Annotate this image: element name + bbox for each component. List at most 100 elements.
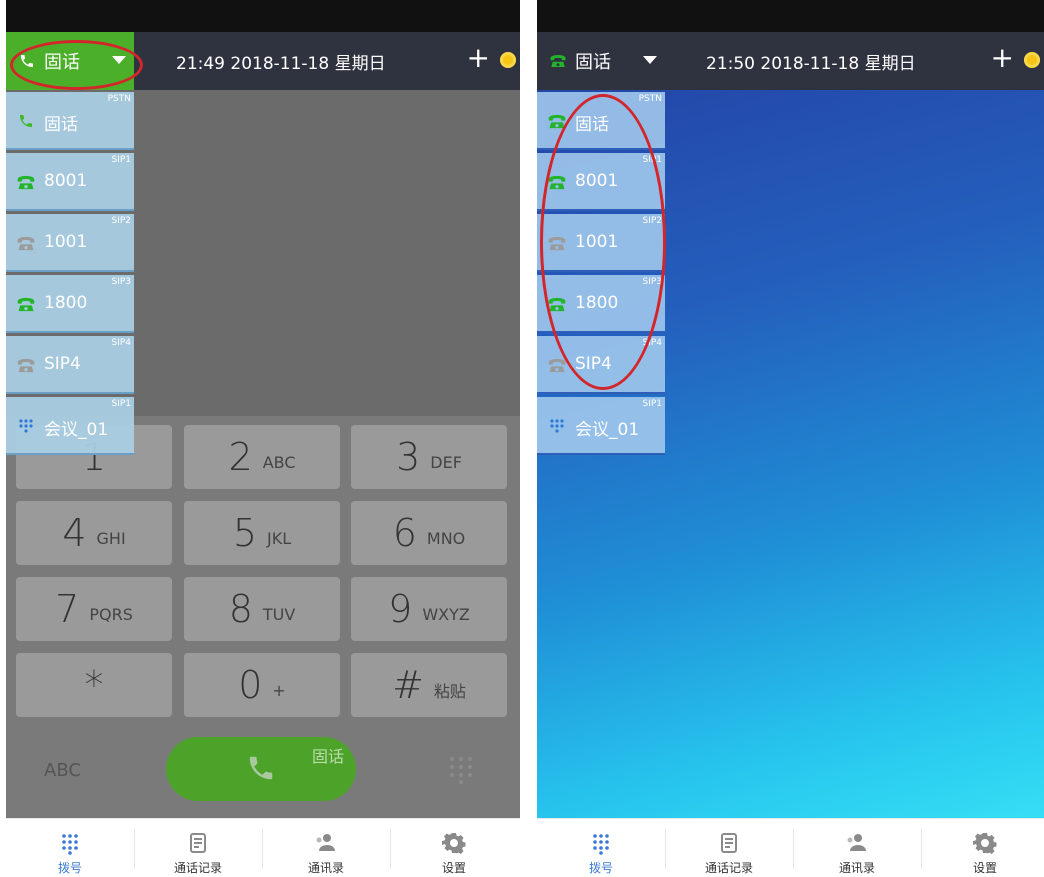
gear-icon xyxy=(973,831,997,855)
tab-label: 通讯录 xyxy=(838,861,875,875)
call-button[interactable]: 固话 xyxy=(166,737,356,801)
account-item[interactable]: SIP1 8001 xyxy=(6,153,134,211)
key-letters: WXYZ xyxy=(422,604,470,624)
handset-icon xyxy=(246,753,276,787)
bottom-tab-bar: 拨号 通话记录 通讯录 设置 xyxy=(6,818,520,877)
account-name: 会议_01 xyxy=(575,420,640,440)
account-item[interactable]: SIP2 1001 xyxy=(6,214,134,272)
key-letters: + xyxy=(272,680,286,700)
account-item[interactable]: SIP1 会议_01 xyxy=(6,397,134,455)
dialpad-icon xyxy=(589,831,613,855)
dial-key[interactable]: 4 GHI xyxy=(16,501,172,565)
dial-key[interactable]: 5 JKL xyxy=(184,501,340,565)
key-digit: # xyxy=(392,663,424,707)
dial-key[interactable]: 2 ABC xyxy=(184,425,340,489)
tab-dial[interactable]: 拨号 xyxy=(6,819,134,877)
account-list: PSTN 固话 SIP1 8001 SIP2 1001 SIP3 1800 SIP4 SIP4 SI… xyxy=(6,92,134,458)
account-type-label: SIP3 xyxy=(111,277,131,287)
tab-label: 拨号 xyxy=(57,861,82,875)
tab-divider xyxy=(390,829,391,869)
tab-call-log[interactable]: 通话记录 xyxy=(134,819,262,877)
tab-settings[interactable]: 设置 xyxy=(390,819,518,877)
dialpad-toggle-icon[interactable] xyxy=(446,754,476,788)
phone-icon xyxy=(16,172,36,192)
key-letters: DEF xyxy=(430,452,462,472)
phone-icon xyxy=(16,294,36,314)
dial-key[interactable]: 3 DEF xyxy=(351,425,507,489)
abc-toggle[interactable]: ABC xyxy=(44,760,81,781)
account-item[interactable]: PSTN 固话 xyxy=(6,92,134,150)
tab-label: 拨号 xyxy=(588,861,613,875)
phone-icon xyxy=(549,52,567,70)
tab-label: 通话记录 xyxy=(704,861,753,875)
account-type-label: SIP2 xyxy=(111,216,131,226)
key-digit: 7 xyxy=(55,587,80,631)
tab-divider xyxy=(262,829,263,869)
tab-contacts[interactable]: 通讯录 xyxy=(262,819,390,877)
key-letters: ABC xyxy=(262,452,296,472)
add-icon[interactable]: + xyxy=(467,42,490,74)
tab-settings[interactable]: 设置 xyxy=(921,819,1044,877)
contacts-icon xyxy=(845,831,869,855)
key-digit: 8 xyxy=(228,587,253,631)
key-digit: 5 xyxy=(232,511,258,555)
key-digit: 2 xyxy=(228,435,253,479)
highlight-ring xyxy=(540,94,666,390)
call-log-icon xyxy=(186,831,210,855)
key-digit: 6 xyxy=(392,511,417,555)
account-item[interactable]: SIP4 SIP4 xyxy=(6,336,134,394)
datetime: 21:49 2018-11-18 星期日 xyxy=(176,54,386,74)
add-icon[interactable]: + xyxy=(991,42,1014,74)
notification-icon[interactable] xyxy=(500,52,516,68)
dial-key[interactable]: 9 WXYZ xyxy=(351,577,507,641)
account-name: 1001 xyxy=(44,232,88,252)
key-letters: JKL xyxy=(267,528,292,548)
key-letters: TUV xyxy=(262,604,296,624)
gear-icon xyxy=(442,831,466,855)
handset-icon xyxy=(16,111,36,131)
tab-label: 设置 xyxy=(441,861,466,875)
key-digit: 4 xyxy=(62,511,87,555)
dial-key[interactable]: 7 PQRS xyxy=(16,577,172,641)
highlight-ring xyxy=(10,40,143,90)
phone-icon xyxy=(16,355,36,375)
account-type-label: PSTN xyxy=(107,94,131,104)
conference-icon xyxy=(547,416,567,436)
account-item[interactable]: SIP1 会议_01 xyxy=(537,397,665,455)
account-type-label: SIP1 xyxy=(642,399,662,409)
tab-label: 通讯录 xyxy=(307,861,344,875)
tab-dial[interactable]: 拨号 xyxy=(537,819,665,877)
key-letters: PQRS xyxy=(89,604,133,624)
dial-key[interactable]: * xyxy=(16,653,172,717)
top-bar: 固话 21:50 2018-11-18 星期日 + xyxy=(537,32,1044,90)
account-name: 固话 xyxy=(44,115,78,135)
account-type-label: SIP1 xyxy=(111,399,131,409)
key-digit: 9 xyxy=(388,587,413,631)
datetime: 21:50 2018-11-18 星期日 xyxy=(706,54,916,74)
account-item[interactable]: SIP3 1800 xyxy=(6,275,134,333)
tab-call-log[interactable]: 通话记录 xyxy=(665,819,793,877)
notification-icon[interactable] xyxy=(1024,52,1040,68)
dial-key[interactable]: # 粘贴 xyxy=(351,653,507,717)
tab-divider xyxy=(793,829,794,869)
tab-label: 通话记录 xyxy=(173,861,222,875)
dial-key[interactable]: 6 MNO xyxy=(351,501,507,565)
key-letters: GHI xyxy=(96,528,126,548)
dial-key[interactable]: 0 + xyxy=(184,653,340,717)
bottom-tab-bar: 拨号 通话记录 通讯录 设置 xyxy=(537,818,1044,877)
account-name: SIP4 xyxy=(44,354,81,374)
account-name: 会议_01 xyxy=(44,420,109,440)
right-screen: 固话 21:50 2018-11-18 星期日 + PSTN 固话 SIP1 8001… xyxy=(537,0,1044,877)
dialpad-icon xyxy=(58,831,82,855)
account-selector[interactable]: 固话 xyxy=(537,32,665,90)
status-bar xyxy=(537,0,1044,32)
tab-divider xyxy=(665,829,666,869)
phone-icon xyxy=(16,233,36,253)
dial-key[interactable]: 8 TUV xyxy=(184,577,340,641)
tab-label: 设置 xyxy=(972,861,997,875)
account-type-label: PSTN xyxy=(638,94,662,104)
tab-contacts[interactable]: 通讯录 xyxy=(793,819,921,877)
account-type-label: SIP1 xyxy=(111,155,131,165)
account-name: 1800 xyxy=(44,293,88,313)
call-log-icon xyxy=(717,831,741,855)
